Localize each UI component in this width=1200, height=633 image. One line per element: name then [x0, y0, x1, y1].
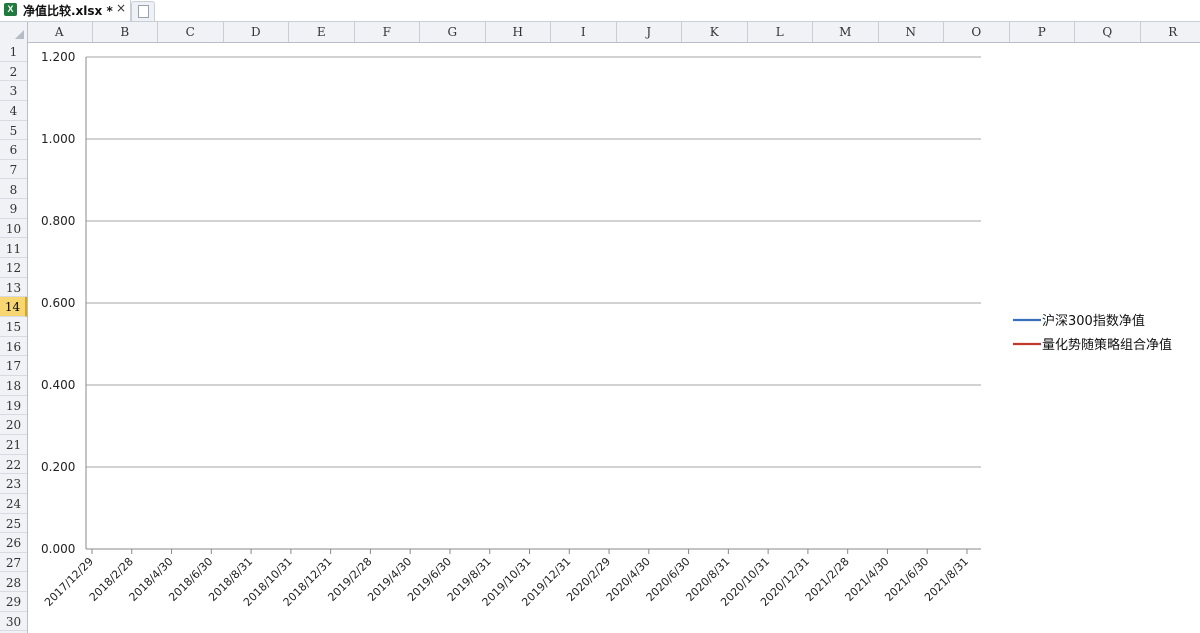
- y-tick-label: 1.000: [41, 132, 75, 146]
- legend-label-1: 沪深300指数净值: [1042, 313, 1145, 329]
- y-tick-label: 0.000: [41, 542, 75, 556]
- y-tick-label: 0.600: [41, 296, 75, 310]
- y-tick-label: 0.400: [41, 378, 75, 392]
- line-chart[interactable]: 0.000 0.200 0.400 0.600 0.800 1.000 1.200 2017…: [0, 0, 1200, 633]
- x-tick-label: 2017/12/29: [42, 555, 96, 609]
- y-tick-label: 0.800: [41, 214, 75, 228]
- legend-label-2: 量化势随策略组合净值: [1042, 337, 1172, 353]
- y-tick-label: 1.200: [41, 50, 75, 64]
- y-tick-label: 0.200: [41, 460, 75, 474]
